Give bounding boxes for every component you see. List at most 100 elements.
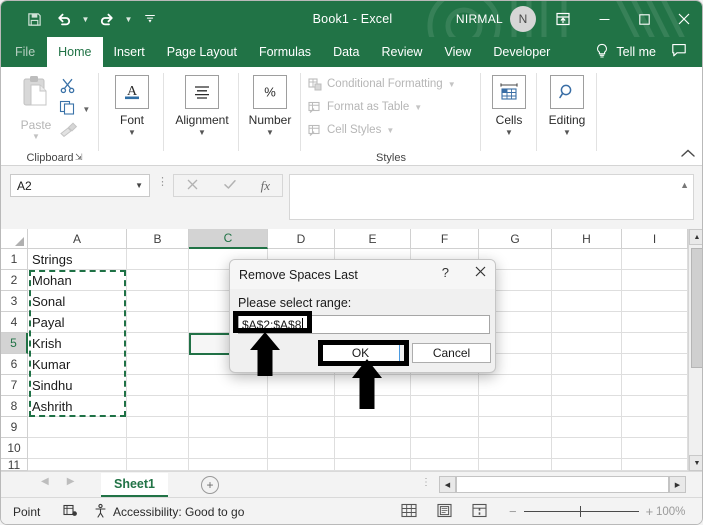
chevron-down-icon[interactable]: ▼ [414,103,422,112]
cell-h11[interactable] [552,459,622,471]
redo-dropdown-icon[interactable]: ▼ [122,5,135,33]
cell-c10[interactable] [189,438,268,459]
tab-data[interactable]: Data [322,37,370,67]
cell-a10[interactable] [28,438,127,459]
cell-h3[interactable] [552,291,622,312]
cell-f9[interactable] [411,417,479,438]
row-header-5[interactable]: 5 [1,333,28,354]
column-header-d[interactable]: D [268,229,335,249]
vertical-scrollbar[interactable]: ▲ ▼ [688,229,702,471]
row-header-10[interactable]: 10 [1,438,28,459]
horizontal-scroll-track[interactable] [456,476,669,493]
row-header-2[interactable]: 2 [1,270,28,291]
cell-h8[interactable] [552,396,622,417]
row-header-11[interactable]: 11 [1,459,28,471]
normal-view-icon[interactable] [401,503,417,521]
horizontal-scrollbar[interactable]: ◀ ▶ [439,476,686,493]
cell-b10[interactable] [127,438,189,459]
cell-b11[interactable] [127,459,189,471]
cell-g10[interactable] [479,438,552,459]
cell-g11[interactable] [479,459,552,471]
cell-a7[interactable]: Sindhu [28,375,127,396]
cell-b4[interactable] [127,312,189,333]
cell-h4[interactable] [552,312,622,333]
sheet-tab-sheet1[interactable]: Sheet1 [101,473,168,497]
column-header-f[interactable]: F [411,229,479,249]
column-header-g[interactable]: G [479,229,552,249]
cell-b7[interactable] [127,375,189,396]
sheet-prev-icon[interactable]: ◀ [41,476,49,487]
cell-f10[interactable] [411,438,479,459]
cell-i5[interactable] [622,333,688,354]
cell-d11[interactable] [268,459,335,471]
minimize-button[interactable] [584,1,624,37]
scroll-down-icon[interactable]: ▼ [689,455,702,471]
cell-b8[interactable] [127,396,189,417]
copy-dropdown-icon[interactable]: ▼ [82,105,90,114]
cell-e9[interactable] [335,417,411,438]
undo-icon[interactable] [49,5,79,33]
zoom-percent[interactable]: 100% [656,506,685,518]
cell-c11[interactable] [189,459,268,471]
tab-page-layout[interactable]: Page Layout [156,37,248,67]
column-header-e[interactable]: E [335,229,411,249]
macro-record-icon[interactable] [63,503,78,520]
cell-a5[interactable]: Krish [28,333,127,354]
close-button[interactable] [664,1,702,37]
cell-i11[interactable] [622,459,688,471]
cell-e7[interactable] [335,375,411,396]
conditional-formatting-button[interactable]: Conditional Formatting ▼ [307,77,456,91]
cancel-button[interactable]: Cancel [412,343,491,363]
cell-a8[interactable]: Ashrith [28,396,127,417]
tab-home[interactable]: Home [47,37,103,67]
maximize-button[interactable] [624,1,664,37]
cell-d7[interactable] [268,375,335,396]
account-area[interactable]: NIRMAL N [456,1,536,37]
cell-e10[interactable] [335,438,411,459]
zoom-slider[interactable] [523,506,639,517]
tab-formulas[interactable]: Formulas [248,37,322,67]
avatar[interactable]: N [510,6,536,32]
column-header-c[interactable]: C [189,229,268,249]
dialog-help-button[interactable]: ? [442,265,449,280]
ok-button[interactable]: OK [321,343,400,363]
cell-h1[interactable] [552,249,622,270]
cell-a9[interactable] [28,417,127,438]
row-header-1[interactable]: 1 [1,249,28,270]
zoom-slider-handle[interactable] [579,506,581,517]
row-header-9[interactable]: 9 [1,417,28,438]
cell-h7[interactable] [552,375,622,396]
cell-c7[interactable] [189,375,268,396]
customize-qat-icon[interactable] [135,5,165,33]
undo-dropdown-icon[interactable]: ▼ [79,5,92,33]
alignment-dropdown-icon[interactable]: ▼ [198,129,206,137]
cell-b3[interactable] [127,291,189,312]
alignment-button[interactable]: Alignment ▼ [172,75,232,137]
cell-g7[interactable] [479,375,552,396]
formula-bar-grip[interactable]: ⋮ [157,177,168,188]
cell-i2[interactable] [622,270,688,291]
formula-input[interactable]: ▲ [289,174,694,220]
cell-i10[interactable] [622,438,688,459]
hscroll-right-icon[interactable]: ▶ [669,476,686,493]
dialog-close-button[interactable] [475,264,486,280]
editing-button[interactable]: Editing ▼ [537,75,597,137]
scroll-up-icon[interactable]: ▲ [689,229,702,245]
cell-b6[interactable] [127,354,189,375]
row-header-8[interactable]: 8 [1,396,28,417]
expand-formula-bar-icon[interactable]: ▲ [680,180,689,190]
cell-d9[interactable] [268,417,335,438]
tab-insert[interactable]: Insert [103,37,156,67]
tab-developer[interactable]: Developer [482,37,561,67]
column-header-h[interactable]: H [552,229,622,249]
cell-h9[interactable] [552,417,622,438]
cell-a11[interactable] [28,459,127,471]
paste-button[interactable]: Paste ▼ [13,75,59,141]
cell-i9[interactable] [622,417,688,438]
zoom-in-button[interactable]: + [646,504,654,519]
chevron-down-icon[interactable]: ▼ [135,181,143,190]
cell-b9[interactable] [127,417,189,438]
cell-g8[interactable] [479,396,552,417]
format-as-table-button[interactable]: Format as Table ▼ [307,100,422,114]
paste-dropdown-icon[interactable]: ▼ [13,132,59,141]
